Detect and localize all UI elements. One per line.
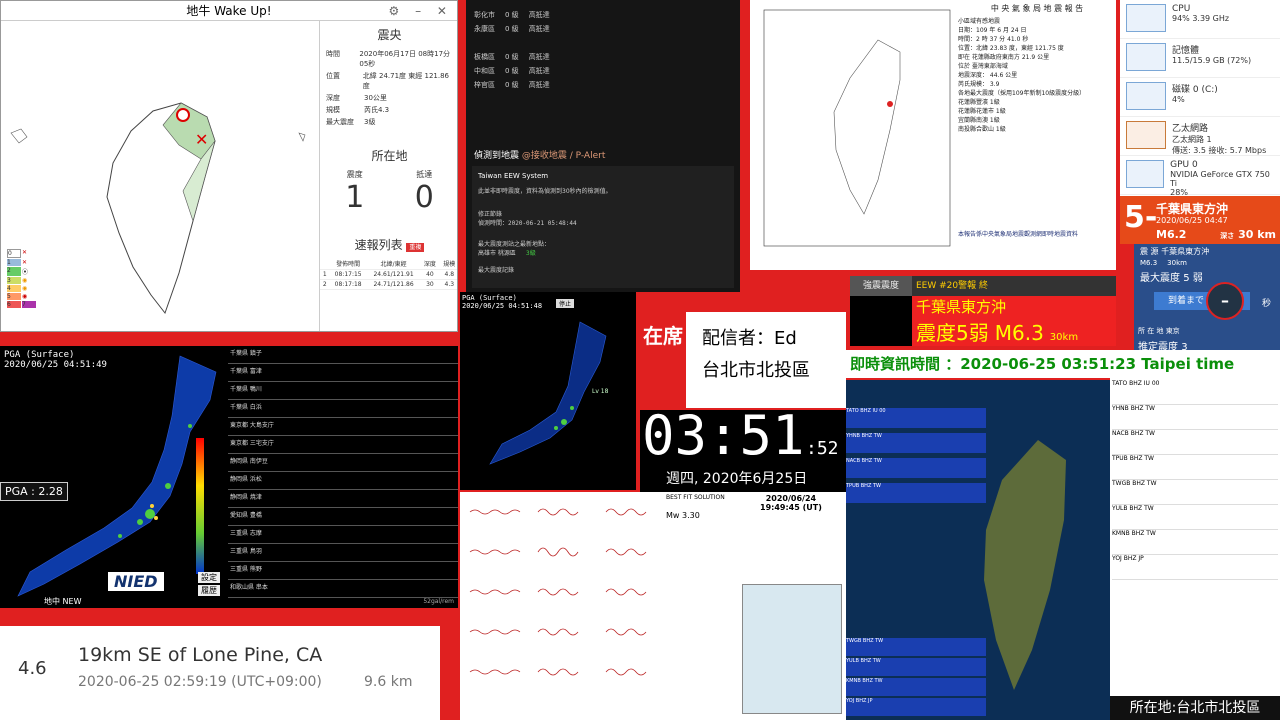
window-controls[interactable]: ⚙ – ✕ bbox=[389, 1, 453, 21]
perf-item-gpu[interactable]: GPU 0 NVIDIA GeForce GTX 750 Ti 28% bbox=[1120, 156, 1280, 196]
table-row[interactable]: 2 08:17:18 24.71/121.86 30 4.3 bbox=[320, 279, 457, 290]
streamer-card: 在席 配信者：Ed 台北市北投區 bbox=[640, 312, 846, 408]
history-button[interactable]: 履歴 bbox=[198, 585, 220, 596]
table-row[interactable]: 1 08:17:15 24.61/121.91 40 4.8 bbox=[320, 269, 457, 280]
district-list: 彰化市 0 級高抵達 永康區 0 級高抵達 板橋區 0 級高抵達 中和區 0 級高抵達 … bbox=[466, 0, 740, 92]
spectro-list: TATO BHZ IU 00 YHNB BHZ TW NACB BHZ TW T… bbox=[846, 408, 986, 508]
window-title: 地牛 Wake Up! bbox=[186, 4, 272, 18]
realtime-clock-line: 即時資訊時間 ：2020-06-25 03:51:23 Taipei time bbox=[846, 350, 1280, 378]
cwb-report: 中 央 氣 象 局 地 震 報 告 小區域有感地震 日期：109 年 6 月 24… bbox=[750, 0, 1116, 270]
hypocenter-line: 震 源 千葉県東方沖 bbox=[1140, 247, 1210, 256]
solution-map bbox=[742, 584, 842, 714]
clock-time: 03:51 bbox=[642, 410, 805, 467]
epicenter-marker bbox=[176, 108, 190, 122]
report-text: 中 央 氣 象 局 地 震 報 告 小區域有感地震 日期：109 年 6 月 24… bbox=[958, 4, 1086, 238]
eew-app-window: 地牛 Wake Up! ⚙ – ✕ ✕ 0 ✕ 1 ✕ 2 ⦿ 3 ◉ 4 ◉ 5 ◉ 6 7… bbox=[0, 0, 458, 332]
perf-item-cpu[interactable]: CPU 94% 3.39 GHz bbox=[1120, 0, 1280, 39]
pga-readout: PGA : 2.28 bbox=[0, 482, 68, 501]
countdown-circle: – bbox=[1206, 282, 1244, 320]
title-bar: 地牛 Wake Up! ⚙ – ✕ bbox=[1, 1, 457, 21]
epicenter-header: 震央 bbox=[377, 28, 402, 42]
spectrogram-map: TATO BHZ IU 00 YHNB BHZ TW NACB BHZ TW T… bbox=[846, 380, 1110, 720]
status-badge: 在席 bbox=[640, 312, 686, 408]
nied-logo: NIED bbox=[108, 572, 164, 591]
event-depth: 9.6 km bbox=[364, 674, 413, 690]
best-fit-box: BEST FIT SOLUTION Mw 3.30 bbox=[666, 494, 725, 520]
list-item: 永康區 0 級高抵達 bbox=[474, 25, 550, 33]
event-place: 19km SE of Lone Pine, CA bbox=[78, 644, 323, 666]
clock-date: 週四, 2020年6月25日 bbox=[666, 471, 808, 487]
location-header: 所在地 bbox=[371, 149, 408, 163]
intensity-legend: 0 ✕ 1 ✕ 2 ⦿ 3 ◉ 4 ◉ 5 ◉ 6 7 bbox=[7, 249, 36, 308]
report-table: 發佈時間 北緯/東經 深度 規模 1 08:17:15 24.61/121.91 40 4.8… bbox=[320, 258, 457, 290]
detect-line: 偵測到地震 @接收地震 / P-Alert bbox=[474, 151, 606, 161]
taiwan-map[interactable]: ✕ 0 ✕ 1 ✕ 2 ⦿ 3 ◉ 4 ◉ 5 ◉ 6 7 bbox=[1, 21, 319, 331]
location-footer: 所在地:台北市北投區 bbox=[1110, 696, 1280, 720]
settings-button[interactable]: 設定 bbox=[198, 572, 220, 583]
eew-card: Taiwan EEW System 此並非即時震度，資料為偵測到30秒內的檢測值… bbox=[472, 166, 734, 288]
alert-feed-panel: 彰化市 0 級高抵達 永康區 0 級高抵達 板橋區 0 級高抵達 中和區 0 級高抵達 … bbox=[466, 0, 740, 292]
solution-time: 2020/06/24 19:49:45 (UT) bbox=[760, 494, 822, 512]
perf-item-disk[interactable]: 磁碟 0 (C:) 4% bbox=[1120, 78, 1280, 117]
clock-panel: 03:51 :52 週四, 2020年6月25日 bbox=[640, 410, 846, 492]
list-item: 梓官區 0 級高抵達 bbox=[474, 81, 550, 89]
region-list: 千葉県 鎮子 千葉県 富津 千葉県 鴨川 千葉県 白浜 東京都 大島支庁 東京都… bbox=[228, 346, 458, 598]
list-item: 中和區 0 級高抵達 bbox=[474, 67, 550, 75]
list-item: 板橋區 0 級高抵達 bbox=[474, 53, 550, 61]
usgs-event-item[interactable]: 4.6 19km SE of Lone Pine, CA 2020-06-25 … bbox=[0, 626, 440, 720]
report-list-header: 速報列表 重複 bbox=[320, 231, 457, 258]
seismogram-panel: TATO BHZ IU 00 YHNB BHZ TW NACB BHZ TW T… bbox=[1110, 378, 1280, 720]
nied-mini-monitor: PGA (Surface) 2020/06/25 04:51:48 停止 Lv 1… bbox=[460, 292, 636, 490]
nied-pga-monitor: PGA (Surface) 2020/06/25 04:51:49 PGA : 2… bbox=[0, 346, 458, 608]
eew-warning-bar: 強震震度 EEW #20警報 終 千葉県東方沖 震度5弱 M6.3 30km bbox=[850, 276, 1116, 346]
location-counters: 震度 1 抵達 0 bbox=[345, 170, 434, 215]
repeat-button[interactable]: 重複 bbox=[406, 243, 425, 252]
perf-item-ethernet[interactable]: 乙太網路 乙太網路 1 傳送: 3.5 接收: 5.7 Mbps bbox=[1120, 117, 1280, 156]
svg-text:✕: ✕ bbox=[195, 130, 208, 149]
event-time: 2020-06-25 02:59:19 (UTC+09:00) bbox=[78, 674, 322, 690]
perf-item-memory[interactable]: 記憶體 11.5/15.9 GB (72%) bbox=[1120, 39, 1280, 78]
info-panel: 震央 時間 2020年06月17日 08時17分05秒 位置 北緯 24.71度 東… bbox=[319, 21, 457, 331]
jp-arrival-box: 震 源 千葉県東方沖 M6.3 30km 最大震度 5 弱 到着まで – 秒 所 … bbox=[1134, 244, 1280, 350]
magnitude: 4.6 bbox=[18, 658, 47, 679]
list-item: 彰化市 0 級高抵達 bbox=[474, 11, 550, 19]
waveform-sheet: BEST FIT SOLUTION Mw 3.30 2020/06/24 19:49… bbox=[460, 492, 846, 720]
jp-quake-banner: 5- 千葉県東方沖 2020/06/25 04:47 M6.2 深さ 30 km bbox=[1120, 196, 1280, 244]
task-manager: CPU 94% 3.39 GHz 記憶體 11.5/15.9 GB (72%) 磁碟… bbox=[1120, 0, 1280, 196]
